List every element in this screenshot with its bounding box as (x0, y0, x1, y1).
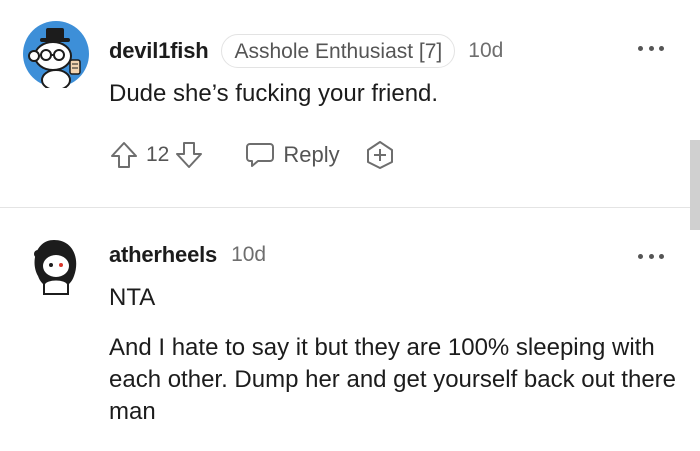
comment-actions: 12 Reply (108, 135, 396, 175)
comment-paragraph: NTA (109, 284, 156, 311)
more-options-button[interactable] (638, 252, 664, 260)
downvote-arrow-icon (176, 142, 203, 168)
comment-paragraph: And I hate to say it but they are 100% s… (109, 334, 677, 425)
reply-button[interactable]: Reply (245, 141, 340, 169)
comment-meta: devil1fish Asshole Enthusiast [7] 10d (109, 34, 503, 68)
user-avatar[interactable] (22, 20, 90, 91)
dot-icon (659, 253, 664, 259)
dot-icon (638, 253, 643, 259)
upvote-arrow-icon (111, 142, 137, 168)
more-options-button[interactable] (638, 44, 664, 52)
user-avatar[interactable] (22, 232, 90, 300)
reply-label: Reply (283, 142, 340, 167)
user-flair: Asshole Enthusiast [7] (221, 34, 456, 68)
dot-icon (638, 45, 643, 51)
snoo-avatar-icon (23, 21, 89, 91)
downvote-button[interactable] (173, 139, 205, 171)
comment-body: NTA And I hate to say it but they are 10… (109, 282, 689, 428)
comment: devil1fish Asshole Enthusiast [7] 10d Du… (0, 0, 700, 207)
award-plus-icon (366, 141, 393, 169)
speech-bubble-icon (246, 143, 275, 167)
timestamp: 10d (231, 243, 267, 266)
comment-body: Dude she’s fucking your friend. (109, 78, 438, 110)
vote-count: 12 (146, 143, 170, 166)
snoo-avatar-icon (23, 233, 89, 299)
username[interactable]: devil1fish (109, 38, 209, 64)
timestamp: 10d (468, 39, 504, 62)
comment-paragraph: Dude she’s fucking your friend. (109, 80, 439, 107)
upvote-button[interactable] (108, 139, 140, 171)
username[interactable]: atherheels (109, 242, 217, 268)
comment-meta: atherheels 10d (109, 238, 266, 272)
comment: atherheels 10d NTA And I hate to say it … (0, 208, 700, 451)
dot-icon (659, 45, 664, 51)
award-button[interactable] (364, 139, 396, 171)
dot-icon (648, 45, 654, 51)
dot-icon (648, 253, 654, 259)
